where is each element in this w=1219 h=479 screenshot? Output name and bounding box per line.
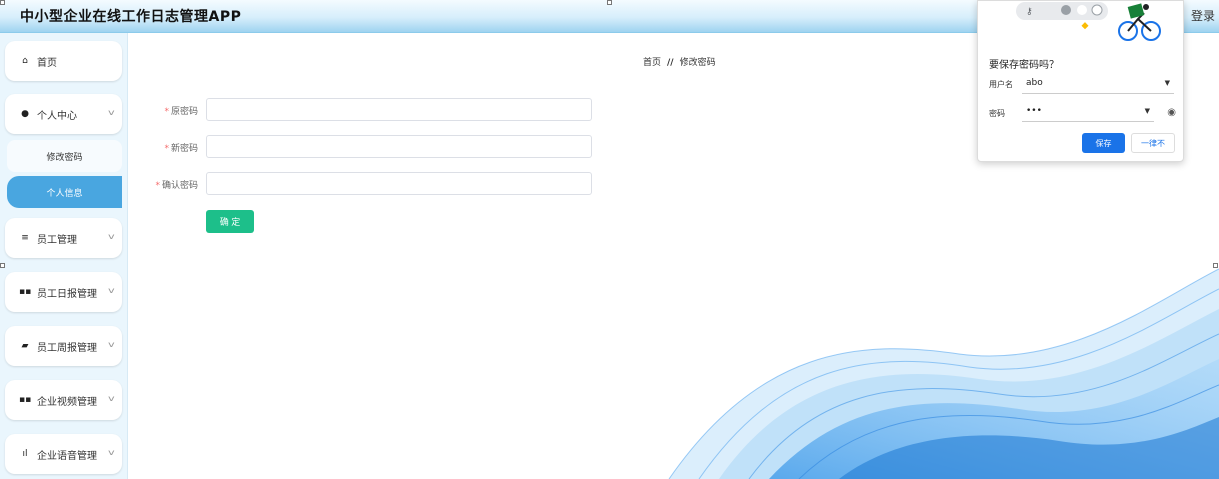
sidebar-item-voice[interactable]: ıl 企业语音管理 v — [5, 434, 122, 474]
sidebar-item-label: 员工日报管理 — [37, 288, 97, 300]
sidebar-item-daily-report[interactable]: ▪▪ 员工日报管理 v — [5, 272, 122, 312]
confirm-button[interactable]: 确 定 — [206, 210, 254, 233]
confirm-password-input[interactable] — [206, 172, 592, 195]
sidebar-item-staff[interactable]: ≡ 员工管理 v — [5, 218, 122, 258]
popup-never-button[interactable]: 一律不 — [1131, 133, 1175, 153]
resize-handle[interactable] — [0, 263, 5, 268]
chevron-down-icon: v — [108, 448, 115, 457]
chevron-down-icon: v — [108, 286, 115, 295]
grid-icon: ▪▪ — [19, 287, 32, 297]
home-icon: ⌂ — [22, 56, 28, 66]
new-password-label: * 新密码 — [164, 144, 198, 154]
chevron-down-icon: v — [108, 340, 115, 349]
sidebar-item-video[interactable]: ▪▪ 企业视频管理 v — [5, 380, 122, 420]
sidebar-item-label: 企业视频管理 — [37, 396, 97, 408]
eye-icon[interactable]: ◉ — [1167, 107, 1176, 118]
app-title: 中小型企业在线工作日志管理APP — [20, 9, 242, 25]
popup-save-button[interactable]: 保存 — [1082, 133, 1125, 153]
sidebar: ⌂ 首页 ● 个人中心 v 修改密码 个人信息 ≡ 员工管理 v ▪▪ 员工日报… — [0, 33, 128, 479]
popup-username-value: abo — [1026, 78, 1043, 88]
breadcrumb: 首页 // 修改密码 — [643, 55, 716, 68]
user-icon: ● — [21, 109, 29, 119]
popup-username-field[interactable]: abo ▼ — [1022, 74, 1174, 94]
breadcrumb-home[interactable]: 首页 — [643, 58, 661, 68]
popup-password-label: 密码 — [989, 109, 1005, 118]
chevron-down-icon: v — [108, 232, 115, 241]
sidebar-subitem-change-password[interactable]: 修改密码 — [7, 140, 122, 172]
logout-link[interactable]: 登录 — [1191, 7, 1215, 24]
chevron-down-icon: v — [108, 108, 115, 117]
bar-chart-icon: ıl — [22, 449, 28, 459]
resize-handle[interactable] — [1213, 263, 1218, 268]
popup-username-label: 用户名 — [989, 80, 1013, 89]
new-password-row: * 新密码 — [146, 135, 596, 159]
svg-text:⚷: ⚷ — [1026, 7, 1033, 17]
resize-handle[interactable] — [607, 0, 612, 5]
confirm-password-label: * 确认密码 — [155, 181, 198, 191]
sidebar-item-label: 首页 — [37, 57, 57, 69]
sidebar-item-weekly-report[interactable]: ▰ 员工周报管理 v — [5, 326, 122, 366]
thumb-icon: ▰ — [21, 341, 29, 351]
save-password-popup: ⚷ 要保存密码吗？ 用户名 abo ▼ 密码 ••• ▼ ◉ 保存 一律不 — [977, 0, 1184, 162]
popup-title: 要保存密码吗？ — [989, 60, 1059, 71]
breadcrumb-separator: // — [667, 58, 674, 68]
sidebar-item-profile-center[interactable]: ● 个人中心 v — [5, 94, 122, 134]
breadcrumb-current: 修改密码 — [679, 58, 716, 68]
old-password-label: * 原密码 — [164, 107, 198, 117]
sidebar-subitem-personal-info[interactable]: 个人信息 — [7, 176, 122, 208]
old-password-row: * 原密码 — [146, 98, 596, 122]
new-password-input[interactable] — [206, 135, 592, 158]
sidebar-item-home[interactable]: ⌂ 首页 — [5, 41, 122, 81]
grid-icon: ▪▪ — [19, 395, 32, 405]
popup-illustration: ⚷ — [1016, 2, 1161, 41]
dropdown-arrow-icon: ▼ — [1144, 107, 1150, 115]
old-password-input[interactable] — [206, 98, 592, 121]
chevron-down-icon: v — [108, 394, 115, 403]
sidebar-item-label: 员工周报管理 — [37, 342, 97, 354]
sliders-icon: ≡ — [21, 233, 29, 243]
dropdown-arrow-icon: ▼ — [1164, 79, 1170, 87]
sidebar-item-label: 企业语音管理 — [37, 450, 97, 462]
popup-password-value: ••• — [1026, 106, 1042, 116]
resize-handle[interactable] — [0, 0, 5, 5]
sidebar-item-label: 个人中心 — [37, 110, 77, 122]
popup-password-field[interactable]: ••• ▼ — [1022, 102, 1154, 122]
confirm-password-row: * 确认密码 — [146, 172, 596, 196]
sidebar-item-label: 员工管理 — [37, 234, 77, 246]
wave-background — [668, 268, 1219, 479]
